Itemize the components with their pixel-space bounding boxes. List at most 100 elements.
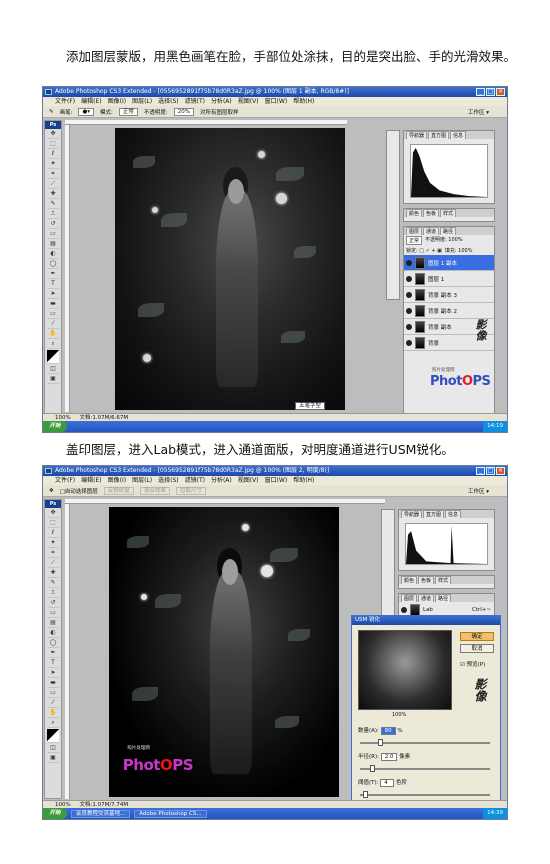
slice-tool[interactable]: ⟋ <box>47 180 59 189</box>
pen-tool[interactable]: ✒ <box>47 649 59 658</box>
preview-zoom[interactable]: 100% <box>392 712 406 718</box>
move-tool[interactable]: ✥ <box>47 130 59 139</box>
zoom-tool[interactable]: ⌕ <box>47 340 59 349</box>
healing-tool[interactable]: ✚ <box>47 190 59 199</box>
lasso-tool[interactable]: ℓ <box>47 529 59 538</box>
quick-mask-button[interactable]: ◫ <box>47 744 59 753</box>
blur-tool[interactable]: ◐ <box>47 250 59 259</box>
menu-image[interactable]: 图像(I) <box>108 97 126 106</box>
magic-wand-tool[interactable]: ✦ <box>47 160 59 169</box>
close-button[interactable]: × <box>496 467 505 475</box>
tab-paths[interactable]: 路径 <box>435 594 452 602</box>
taskbar-item-forum[interactable]: 会员教程交流基地... <box>71 809 131 818</box>
tab-info[interactable]: 信息 <box>450 131 467 139</box>
tab-channels[interactable]: 通道 <box>418 594 435 602</box>
tab-info[interactable]: 信息 <box>445 510 462 518</box>
menu-analysis[interactable]: 分析(A) <box>211 97 232 106</box>
ok-button[interactable]: 确定 <box>460 632 494 641</box>
eyedropper-tool[interactable]: ⁄ <box>47 320 59 329</box>
tab-paths[interactable]: 路径 <box>440 227 457 235</box>
cancel-button[interactable]: 取消 <box>460 644 494 653</box>
layer-fill[interactable]: 填充: 100% <box>445 247 473 254</box>
magic-wand-tool[interactable]: ✦ <box>47 539 59 548</box>
sample-all-checkbox[interactable]: 对所有图层取样 <box>200 108 239 116</box>
type-tool[interactable]: T <box>47 659 59 668</box>
tab-styles[interactable]: 样式 <box>440 209 457 217</box>
layer-row[interactable]: 图层 1 <box>404 271 494 287</box>
tab-color[interactable]: 颜色 <box>406 209 423 217</box>
history-brush-tool[interactable]: ↺ <box>47 220 59 229</box>
eraser-tool[interactable]: ▭ <box>47 609 59 618</box>
slice-tool[interactable]: ⟋ <box>47 559 59 568</box>
layer-row[interactable]: 背景 副本 2 <box>404 303 494 319</box>
mode-select[interactable]: 正常 <box>118 107 138 116</box>
gradient-tool[interactable]: ▤ <box>47 619 59 628</box>
tab-layers[interactable]: 图层 <box>401 594 418 602</box>
maximize-button[interactable]: □ <box>486 467 495 475</box>
eye-icon[interactable] <box>406 323 412 330</box>
workspace-button[interactable]: 工作区 ▾ <box>468 108 489 116</box>
brush-tool[interactable]: ✎ <box>47 579 59 588</box>
menu-filter[interactable]: 滤镜(T) <box>185 97 205 106</box>
crop-tool[interactable]: ⌗ <box>47 549 59 558</box>
menu-image[interactable]: 图像(I) <box>108 476 126 485</box>
tab-channels[interactable]: 通道 <box>423 227 440 235</box>
tab-histogram[interactable]: 直方图 <box>428 131 450 139</box>
menu-file[interactable]: 文件(F) <box>55 476 75 485</box>
screen-mode-button[interactable]: ▣ <box>47 375 59 384</box>
windows-start-icon[interactable]: 开始 <box>43 808 67 819</box>
option-button-1[interactable]: 反斜修复 <box>103 486 134 495</box>
eye-icon[interactable] <box>401 606 407 613</box>
auto-select-checkbox[interactable]: □自动选择图层 <box>60 487 98 495</box>
screen-mode-button[interactable]: ▣ <box>47 754 59 763</box>
minimize-button[interactable]: _ <box>476 88 485 96</box>
tab-color[interactable]: 颜色 <box>401 576 418 584</box>
tab-styles[interactable]: 样式 <box>435 576 452 584</box>
crop-tool[interactable]: ⌗ <box>47 170 59 179</box>
tab-swatches[interactable]: 色板 <box>418 576 435 584</box>
notes-tool[interactable]: ▭ <box>47 310 59 319</box>
blend-mode-select[interactable]: 正常 <box>406 236 423 245</box>
opacity-input[interactable]: 20% <box>173 107 194 116</box>
eye-icon[interactable] <box>406 291 412 298</box>
path-select-tool[interactable]: ➤ <box>47 290 59 299</box>
eraser-tool[interactable]: ▭ <box>47 230 59 239</box>
blur-tool[interactable]: ◐ <box>47 629 59 638</box>
hand-tool[interactable]: ✋ <box>47 330 59 339</box>
color-swatches[interactable] <box>47 350 59 364</box>
history-brush-tool[interactable]: ↺ <box>47 599 59 608</box>
taskbar-item-photoshop[interactable]: Adobe Photoshop CS... <box>134 809 207 818</box>
menu-layer[interactable]: 图层(L) <box>132 97 152 106</box>
threshold-input[interactable]: 4 <box>380 779 395 787</box>
brush-icon[interactable]: ✎ <box>49 109 54 115</box>
shape-tool[interactable]: ▬ <box>47 679 59 688</box>
workspace-button[interactable]: 工作区 ▾ <box>468 487 489 495</box>
menu-layer[interactable]: 图层(L) <box>132 476 152 485</box>
eye-icon[interactable] <box>406 339 412 346</box>
type-tool[interactable]: T <box>47 280 59 289</box>
gradient-tool[interactable]: ▤ <box>47 240 59 249</box>
menu-edit[interactable]: 编辑(E) <box>81 476 101 485</box>
stamp-tool[interactable]: ⎍ <box>47 210 59 219</box>
menu-filter[interactable]: 滤镜(T) <box>185 476 205 485</box>
eye-icon[interactable] <box>406 275 412 282</box>
layer-row[interactable]: 图层 1 副本 <box>404 255 494 271</box>
menu-analysis[interactable]: 分析(A) <box>211 476 232 485</box>
layer-opacity[interactable]: 不透明度: 100% <box>425 236 463 245</box>
menu-view[interactable]: 视图(V) <box>238 476 259 485</box>
pen-tool[interactable]: ✒ <box>47 270 59 279</box>
menu-view[interactable]: 视图(V) <box>238 97 259 106</box>
notes-tool[interactable]: ▭ <box>47 689 59 698</box>
minimize-button[interactable]: _ <box>476 467 485 475</box>
windows-start-icon[interactable]: 开始 <box>43 421 67 432</box>
tab-histogram[interactable]: 直方图 <box>423 510 445 518</box>
marquee-tool[interactable]: ⬚ <box>47 519 59 528</box>
maximize-button[interactable]: □ <box>486 88 495 96</box>
radius-slider[interactable] <box>360 765 490 772</box>
stamp-tool[interactable]: ⎍ <box>47 589 59 598</box>
brush-tool[interactable]: ✎ <box>47 200 59 209</box>
threshold-slider[interactable] <box>360 791 490 798</box>
eye-icon[interactable] <box>406 307 412 314</box>
menu-file[interactable]: 文件(F) <box>55 97 75 106</box>
tab-navigator[interactable]: 导航器 <box>401 510 423 518</box>
